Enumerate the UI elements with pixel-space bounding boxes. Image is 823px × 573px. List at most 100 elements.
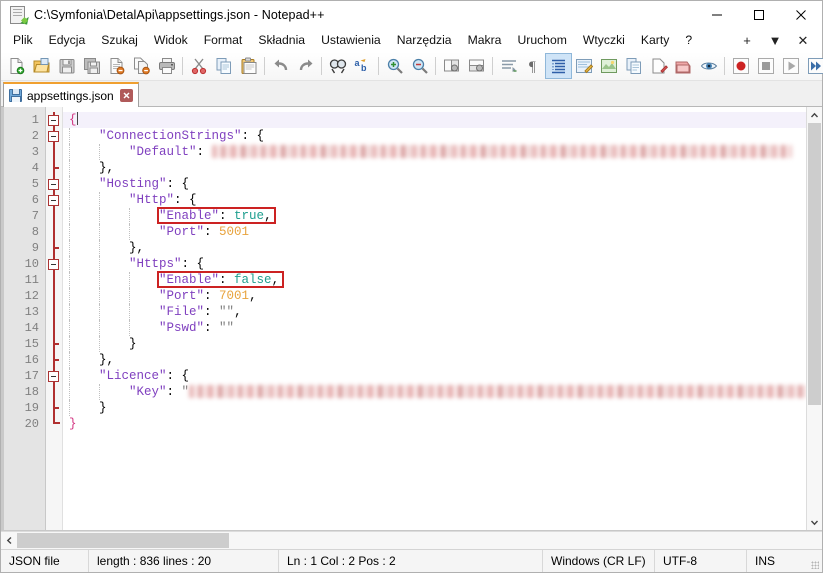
function-list-icon[interactable]	[621, 54, 646, 78]
save-all-icon[interactable]	[79, 54, 104, 78]
fold-row[interactable]	[46, 256, 62, 272]
fold-row[interactable]	[46, 240, 62, 256]
fold-row[interactable]	[46, 160, 62, 176]
indent-guide-icon[interactable]	[545, 53, 572, 79]
stop-macro-icon[interactable]	[753, 54, 778, 78]
fold-row[interactable]	[46, 416, 62, 432]
sync-vertical-scroll-icon[interactable]	[439, 54, 464, 78]
record-macro-icon[interactable]	[728, 54, 753, 78]
code-line[interactable]: }	[63, 400, 806, 416]
close-button[interactable]	[780, 1, 822, 29]
paste-icon[interactable]	[236, 54, 261, 78]
sync-horizontal-scroll-icon[interactable]	[464, 54, 489, 78]
menu-narzedzia[interactable]: Narzędzia	[389, 30, 460, 51]
tab-list-chevron-down-icon[interactable]: ▼	[762, 30, 788, 51]
tab-close-icon[interactable]	[119, 89, 133, 102]
zoom-in-icon[interactable]	[382, 54, 407, 78]
code-line[interactable]: },	[63, 160, 806, 176]
fold-row[interactable]	[46, 368, 62, 384]
close-all-files-icon[interactable]	[129, 54, 154, 78]
document-map-icon[interactable]	[596, 54, 621, 78]
menu-widok[interactable]: Widok	[146, 30, 196, 51]
play-macro-multiple-icon[interactable]	[803, 54, 823, 78]
scroll-left-button[interactable]	[1, 532, 17, 549]
fold-row[interactable]	[46, 352, 62, 368]
fold-row[interactable]	[46, 400, 62, 416]
code-line[interactable]: "Https": {	[63, 256, 806, 272]
fold-row[interactable]	[46, 144, 62, 160]
folder-as-workspace-icon[interactable]	[646, 54, 671, 78]
fold-collapse-icon[interactable]	[48, 131, 59, 142]
fold-row[interactable]	[46, 176, 62, 192]
resize-grip[interactable]	[794, 550, 822, 572]
fold-collapse-icon[interactable]	[48, 259, 59, 270]
code-line[interactable]: },	[63, 352, 806, 368]
print-icon[interactable]	[154, 54, 179, 78]
fold-row[interactable]	[46, 288, 62, 304]
fold-row[interactable]	[46, 112, 62, 128]
code-line[interactable]: "Port": 7001,	[63, 288, 806, 304]
scroll-down-button[interactable]	[807, 514, 822, 530]
maximize-button[interactable]	[738, 1, 780, 29]
word-wrap-icon[interactable]	[496, 54, 521, 78]
menu-szukaj[interactable]: Szukaj	[93, 30, 146, 51]
zoom-out-icon[interactable]	[407, 54, 432, 78]
code-line[interactable]: }	[63, 336, 806, 352]
code-line[interactable]: "Key": "	[63, 384, 806, 400]
save-icon[interactable]	[54, 54, 79, 78]
vertical-scroll-track[interactable]	[807, 123, 822, 514]
menu-ustawienia[interactable]: Ustawienia	[313, 30, 389, 51]
vertical-scroll-thumb[interactable]	[808, 123, 821, 405]
menu-skladnia[interactable]: Składnia	[250, 30, 313, 51]
menu-wtyczki[interactable]: Wtyczki	[575, 30, 633, 51]
code-line[interactable]: "Hosting": {	[63, 176, 806, 192]
code-line[interactable]: }	[63, 416, 806, 432]
code-line[interactable]: "Http": {	[63, 192, 806, 208]
horizontal-scrollbar[interactable]	[1, 531, 822, 549]
undo-icon[interactable]	[268, 54, 293, 78]
code-line[interactable]: "Enable": false,	[63, 272, 806, 288]
fold-collapse-icon[interactable]	[48, 371, 59, 382]
fold-row[interactable]	[46, 192, 62, 208]
fold-row[interactable]	[46, 224, 62, 240]
code-text-area[interactable]: { "ConnectionStrings": { "Default": }, "…	[63, 107, 806, 530]
close-file-icon[interactable]	[104, 54, 129, 78]
find-icon[interactable]	[325, 54, 350, 78]
redo-icon[interactable]	[293, 54, 318, 78]
horizontal-scroll-track[interactable]	[17, 532, 806, 549]
fold-row[interactable]	[46, 208, 62, 224]
code-line[interactable]: },	[63, 240, 806, 256]
open-file-icon[interactable]	[29, 54, 54, 78]
scroll-up-button[interactable]	[807, 107, 822, 123]
fold-row[interactable]	[46, 304, 62, 320]
monitoring-icon[interactable]	[671, 54, 696, 78]
menu-edycja[interactable]: Edycja	[41, 30, 94, 51]
code-line[interactable]: "Pswd": ""	[63, 320, 806, 336]
menu-help[interactable]: ?	[677, 30, 700, 51]
code-line[interactable]: "Default":	[63, 144, 806, 160]
code-folding-margin[interactable]	[46, 107, 63, 530]
code-line[interactable]: "Enable": true,	[63, 208, 806, 224]
monitoring-eye-icon[interactable]	[696, 54, 721, 78]
code-editor[interactable]: 1 2 3 4 5 6 7 8 9 10 11 12 13 14 15 16 17 18 19 20 { "Conne…	[1, 107, 806, 530]
tab-appsettings-json[interactable]: appsettings.json	[3, 82, 139, 107]
code-line[interactable]: {	[63, 112, 806, 128]
fold-row[interactable]	[46, 384, 62, 400]
fold-row[interactable]	[46, 128, 62, 144]
show-all-characters-icon[interactable]: ¶	[521, 54, 546, 78]
close-tab-icon[interactable]: ✕	[790, 30, 816, 51]
copy-icon[interactable]	[211, 54, 236, 78]
menu-uruchom[interactable]: Uruchom	[509, 30, 574, 51]
code-line[interactable]: "File": "",	[63, 304, 806, 320]
minimize-button[interactable]	[696, 1, 738, 29]
code-line[interactable]: "ConnectionStrings": {	[63, 128, 806, 144]
new-tab-plus-icon[interactable]: +	[734, 30, 760, 51]
code-line[interactable]: "Licence": {	[63, 368, 806, 384]
play-macro-icon[interactable]	[778, 54, 803, 78]
fold-collapse-icon[interactable]	[48, 179, 59, 190]
fold-row[interactable]	[46, 320, 62, 336]
new-file-icon[interactable]	[4, 54, 29, 78]
menu-karty[interactable]: Karty	[633, 30, 677, 51]
menu-makra[interactable]: Makra	[460, 30, 510, 51]
replace-icon[interactable]: a b	[350, 54, 375, 78]
